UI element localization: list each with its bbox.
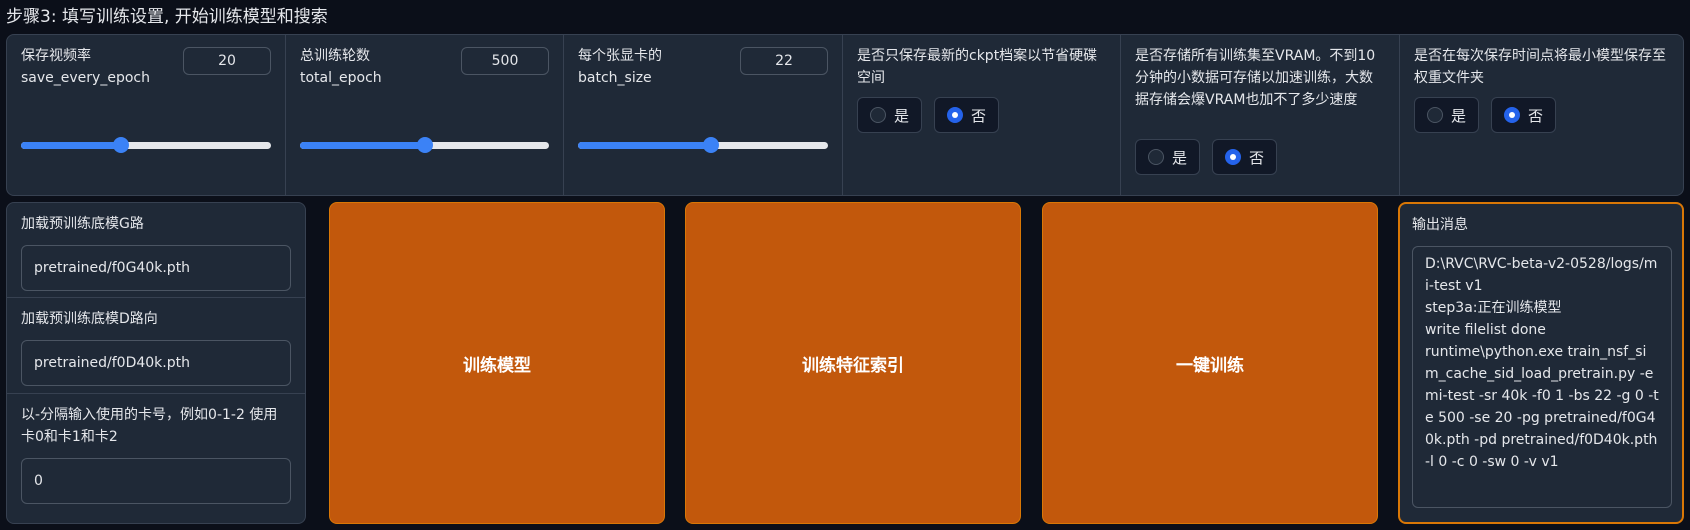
output-label: 输出消息 <box>1412 217 1468 233</box>
output-textbox[interactable]: D:\RVC\RVC-beta-v2-0528/logs/mi-test v1 … <box>1412 246 1672 508</box>
cache-gpu-yes[interactable]: 是 <box>1135 139 1201 175</box>
radio-label: 否 <box>971 106 987 125</box>
batch-size-input[interactable]: 22 <box>740 47 828 75</box>
total-epoch-setting: 总训练轮数 total_epoch 500 <box>286 35 564 195</box>
pretrained-g-label: 加载预训练底模G路 <box>21 216 144 232</box>
radio-circle-icon <box>1427 107 1443 123</box>
training-settings-row: 保存视频率 save_every_epoch 20 总训练轮数 total_ep… <box>6 34 1684 196</box>
radio-circle-icon <box>1148 149 1164 165</box>
one-click-train-button[interactable]: 一键训练 <box>1042 202 1378 524</box>
save-every-epoch-setting: 保存视频率 save_every_epoch 20 <box>7 35 286 195</box>
save-latest-ckpt-setting: 是否只保存最新的ckpt档案以节省硬碟空间 是 否 <box>843 35 1121 195</box>
total-epoch-input[interactable]: 500 <box>461 47 549 75</box>
pretrained-d-section: 加载预训练底模D路向 pretrained/f0D40k.pth <box>7 298 305 394</box>
step-title: 步骤3: 填写训练设置, 开始训练模型和搜索 <box>6 7 328 27</box>
save-small-model-setting: 是否在每次保存时间点将最小模型保存至权重文件夹 是 否 <box>1400 35 1683 195</box>
gpus-input[interactable]: 0 <box>21 458 291 504</box>
pretrained-d-label: 加载预训练底模D路向 <box>21 311 158 327</box>
pretrained-g-input[interactable]: pretrained/f0G40k.pth <box>21 245 291 291</box>
slider-thumb[interactable] <box>416 137 433 153</box>
slider-fill <box>300 142 425 149</box>
total-epoch-slider[interactable] <box>300 137 549 153</box>
radio-label: 否 <box>1249 148 1265 167</box>
batch-size-slider[interactable] <box>578 137 828 153</box>
train-index-button[interactable]: 训练特征索引 <box>685 202 1021 524</box>
train-model-button[interactable]: 训练模型 <box>329 202 665 524</box>
save-every-epoch-slider[interactable] <box>21 137 271 153</box>
slider-fill <box>21 142 121 149</box>
gpus-section: 以-分隔输入使用的卡号，例如0-1-2 使用卡0和卡1和卡2 0 <box>7 394 305 514</box>
save-small-model-no[interactable]: 否 <box>1491 97 1557 133</box>
batch-size-setting: 每个张显卡的 batch_size 22 <box>564 35 843 195</box>
save-small-model-yes[interactable]: 是 <box>1414 97 1480 133</box>
save-latest-ckpt-label: 是否只保存最新的ckpt档案以节省硬碟空间 <box>857 48 1098 86</box>
save-latest-ckpt-no[interactable]: 否 <box>934 97 1000 133</box>
pretrained-model-panel: 加载预训练底模G路 pretrained/f0G40k.pth 加载预训练底模D… <box>6 202 306 524</box>
radio-label: 否 <box>1528 106 1544 125</box>
cache-gpu-no[interactable]: 否 <box>1212 139 1278 175</box>
save-small-model-radio-group: 是 否 <box>1414 97 1557 133</box>
radio-label: 是 <box>894 106 910 125</box>
output-panel: 输出消息 D:\RVC\RVC-beta-v2-0528/logs/mi-tes… <box>1398 202 1684 524</box>
radio-label: 是 <box>1172 148 1188 167</box>
radio-label: 是 <box>1451 106 1467 125</box>
radio-circle-icon <box>1504 107 1521 123</box>
cache-gpu-setting: 是否存储所有训练集至VRAM。不到10分钟的小数据可存储以加速训练，大数据存储会… <box>1121 35 1400 195</box>
radio-circle-icon <box>870 107 886 123</box>
slider-thumb[interactable] <box>113 137 129 153</box>
save-latest-ckpt-yes[interactable]: 是 <box>857 97 923 133</box>
save-small-model-label: 是否在每次保存时间点将最小模型保存至权重文件夹 <box>1414 48 1666 86</box>
radio-circle-icon <box>1225 149 1242 165</box>
slider-thumb[interactable] <box>702 137 719 153</box>
gpus-label: 以-分隔输入使用的卡号，例如0-1-2 使用卡0和卡1和卡2 <box>21 407 278 445</box>
cache-gpu-radio-group: 是 否 <box>1135 139 1278 175</box>
radio-circle-icon <box>947 107 964 123</box>
pretrained-g-section: 加载预训练底模G路 pretrained/f0G40k.pth <box>7 203 305 298</box>
save-latest-ckpt-radio-group: 是 否 <box>857 97 1000 133</box>
pretrained-d-input[interactable]: pretrained/f0D40k.pth <box>21 340 291 386</box>
cache-gpu-label: 是否存储所有训练集至VRAM。不到10分钟的小数据可存储以加速训练，大数据存储会… <box>1135 48 1376 108</box>
save-every-epoch-input[interactable]: 20 <box>183 47 271 75</box>
slider-fill <box>578 142 711 149</box>
